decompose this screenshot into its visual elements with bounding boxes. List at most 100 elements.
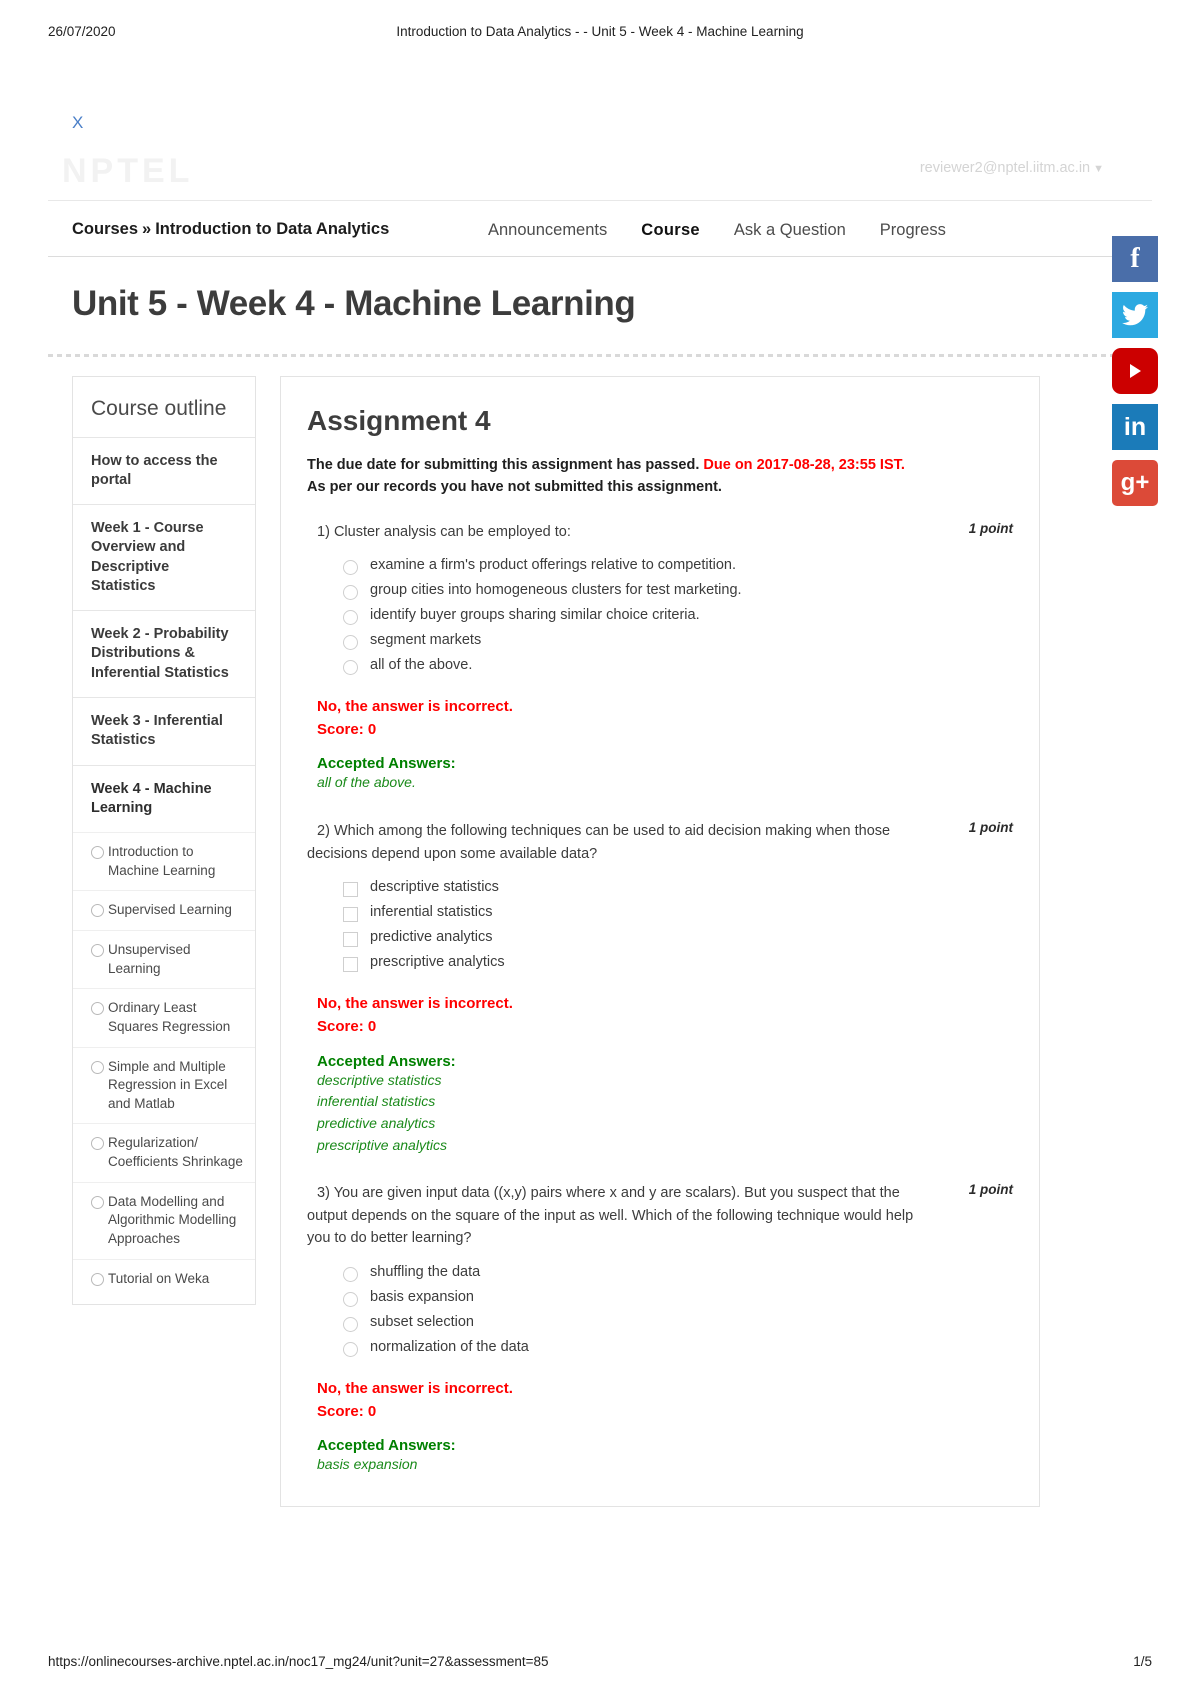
play-triangle-glyph xyxy=(1130,364,1141,378)
radio-icon[interactable] xyxy=(343,584,358,600)
option-label: group cities into homogeneous clusters f… xyxy=(370,581,742,598)
feedback-score-text: Score: 0 xyxy=(317,1018,377,1036)
linkedin-icon[interactable]: in xyxy=(1112,404,1158,450)
sidebar-subitem-label: Unsupervised Learning xyxy=(108,942,191,976)
main-nav: Courses» Introduction to Data Analytics A… xyxy=(48,214,1152,256)
question-row: 3) You are given input data ((x,y) pairs… xyxy=(307,1182,1013,1249)
breadcrumb-course-name[interactable]: Introduction to Data Analytics xyxy=(155,220,389,238)
nav-item-ask-a-question[interactable]: Ask a Question xyxy=(734,221,846,240)
checkbox-icon[interactable] xyxy=(343,932,358,948)
sidebar-subitem-label: Regularization/ Coefficients Shrinkage xyxy=(108,1135,243,1170)
option-row[interactable]: prescriptive analytics xyxy=(343,954,1013,973)
close-icon[interactable]: X xyxy=(72,114,83,131)
sidebar-subitem-tutorial-on-weka[interactable]: Tutorial on Weka xyxy=(73,1258,255,1299)
sidebar-subitem-data-modelling-and-algorithmic-modelling-approaches[interactable]: Data Modelling and Algorithmic Modelling… xyxy=(73,1181,255,1259)
sidebar-item-week-1[interactable]: Week 1 - Course Overview and Descriptive… xyxy=(73,504,255,610)
option-row[interactable]: inferential statistics xyxy=(343,904,1013,923)
radio-icon[interactable] xyxy=(343,1316,358,1332)
sidebar-subitem-unsupervised-learning[interactable]: Unsupervised Learning xyxy=(73,930,255,988)
option-label: predictive analytics xyxy=(370,929,493,946)
option-row[interactable]: predictive analytics xyxy=(343,929,1013,948)
print-footer: https://onlinecourses-archive.nptel.ac.i… xyxy=(0,1654,1200,1676)
option-row[interactable]: examine a firm's product offerings relat… xyxy=(343,557,1013,575)
nav-divider xyxy=(48,256,1152,257)
due-prefix-text: The due date for submitting this assignm… xyxy=(307,457,700,473)
option-label: basis expansion xyxy=(370,1288,474,1305)
question-points: 1 point xyxy=(968,520,1013,536)
print-header: 26/07/2020 Introduction to Data Analytic… xyxy=(0,24,1200,48)
nav-links: Announcements Course Ask a Question Progres… xyxy=(488,221,980,240)
option-label: examine a firm's product offerings relat… xyxy=(370,556,736,573)
print-url: https://onlinecourses-archive.nptel.ac.i… xyxy=(48,1654,549,1669)
radio-icon[interactable] xyxy=(343,634,358,650)
checkbox-icon[interactable] xyxy=(343,882,358,898)
option-row[interactable]: normalization of the data xyxy=(343,1339,1013,1357)
radio-icon[interactable] xyxy=(343,1291,358,1307)
course-outline-sidebar: Course outline How to access the portal … xyxy=(72,376,256,1306)
option-row[interactable]: identify buyer groups sharing similar ch… xyxy=(343,607,1013,625)
option-row[interactable]: group cities into homogeneous clusters f… xyxy=(343,582,1013,600)
radio-icon xyxy=(91,904,104,918)
radio-icon[interactable] xyxy=(343,1266,358,1282)
sidebar-subitem-label: Data Modelling and Algorithmic Modelling… xyxy=(108,1193,237,1246)
checkbox-icon[interactable] xyxy=(343,907,358,923)
breadcrumb-courses[interactable]: Courses xyxy=(72,220,138,238)
sidebar-subitem-introduction-to-machine-learning[interactable]: Introduction to Machine Learning xyxy=(73,832,255,890)
nav-item-course[interactable]: Course xyxy=(641,221,700,240)
option-row[interactable]: segment markets xyxy=(343,632,1013,650)
chevron-down-icon: ▼ xyxy=(1093,163,1104,175)
radio-icon[interactable] xyxy=(343,609,358,625)
options-list: shuffling the data basis expansion subse… xyxy=(343,1264,1013,1357)
sidebar-subitem-label: Tutorial on Weka xyxy=(108,1270,210,1286)
sidebar-item-week-4[interactable]: Week 4 - Machine Learning xyxy=(73,764,255,833)
option-label: normalization of the data xyxy=(370,1338,529,1355)
option-label: shuffling the data xyxy=(370,1263,481,1280)
option-label: identify buyer groups sharing similar ch… xyxy=(370,606,700,623)
submission-status-text: As per our records you have not submitte… xyxy=(307,478,722,495)
account-email: reviewer2@nptel.iitm.ac.in xyxy=(919,160,1091,176)
option-label: subset selection xyxy=(370,1313,474,1330)
youtube-icon[interactable] xyxy=(1112,348,1158,394)
nav-item-announcements[interactable]: Announcements xyxy=(488,221,607,240)
sidebar-subitem-label: Ordinary Least Squares Regression xyxy=(108,1000,231,1034)
nav-item-progress[interactable]: Progress xyxy=(880,221,946,240)
question-text: 3) You are given input data ((x,y) pairs… xyxy=(307,1182,1013,1249)
radio-icon xyxy=(91,1002,104,1016)
option-row[interactable]: subset selection xyxy=(343,1314,1013,1332)
radio-icon[interactable] xyxy=(343,559,358,575)
sidebar-subitem-label: Supervised Learning xyxy=(108,902,232,918)
option-label: segment markets xyxy=(370,631,482,648)
checkbox-icon[interactable] xyxy=(343,957,358,973)
radio-icon[interactable] xyxy=(343,659,358,675)
twitter-icon[interactable] xyxy=(1112,292,1158,338)
sidebar-subitem-supervised-learning[interactable]: Supervised Learning xyxy=(73,890,255,930)
radio-icon[interactable] xyxy=(343,1341,358,1357)
question-body: You are given input data ((x,y) pairs wh… xyxy=(307,1185,914,1247)
sidebar-item-week-2[interactable]: Week 2 - Probability Distributions & Inf… xyxy=(73,610,255,697)
radio-icon xyxy=(91,1272,104,1286)
due-date-notice: The due date for submitting this assignm… xyxy=(307,455,1013,499)
question-body: Cluster analysis can be employed to: xyxy=(333,523,571,540)
twitter-bird-glyph xyxy=(1122,304,1148,326)
account-menu[interactable]: reviewer2@nptel.iitm.ac.in ▼ xyxy=(920,160,1104,176)
accepted-answer-item: predictive analytics xyxy=(317,1114,436,1131)
sidebar-subitem-regularization-coefficients-shrinkage[interactable]: Regularization/ Coefficients Shrinkage xyxy=(73,1123,255,1181)
feedback-incorrect-text: No, the answer is incorrect. xyxy=(317,995,513,1013)
feedback-block: No, the answer is incorrect. Score: 0 Ac… xyxy=(317,1377,1013,1476)
sidebar-item-week-3[interactable]: Week 3 - Inferential Statistics xyxy=(73,697,255,765)
page-title: Unit 5 - Week 4 - Machine Learning xyxy=(72,284,636,323)
option-row[interactable]: all of the above. xyxy=(343,657,1013,675)
googleplus-icon[interactable]: g+ xyxy=(1112,460,1158,506)
assignment-title: Assignment 4 xyxy=(307,405,491,436)
sidebar-subitem-ordinary-least-squares-regression[interactable]: Ordinary Least Squares Regression xyxy=(73,988,255,1046)
option-row[interactable]: shuffling the data xyxy=(343,1264,1013,1282)
feedback-score-text: Score: 0 xyxy=(317,721,377,739)
option-row[interactable]: basis expansion xyxy=(343,1289,1013,1307)
options-list: examine a firm's product offerings relat… xyxy=(343,557,1013,675)
facebook-icon[interactable]: f xyxy=(1112,236,1158,282)
option-row[interactable]: descriptive statistics xyxy=(343,879,1013,898)
sidebar-item-how-to-access-the-portal[interactable]: How to access the portal xyxy=(73,436,255,505)
sidebar-subitem-simple-and-multiple-regression[interactable]: Simple and Multiple Regression in Excel … xyxy=(73,1046,255,1124)
print-page-title: Introduction to Data Analytics - - Unit … xyxy=(396,24,804,39)
